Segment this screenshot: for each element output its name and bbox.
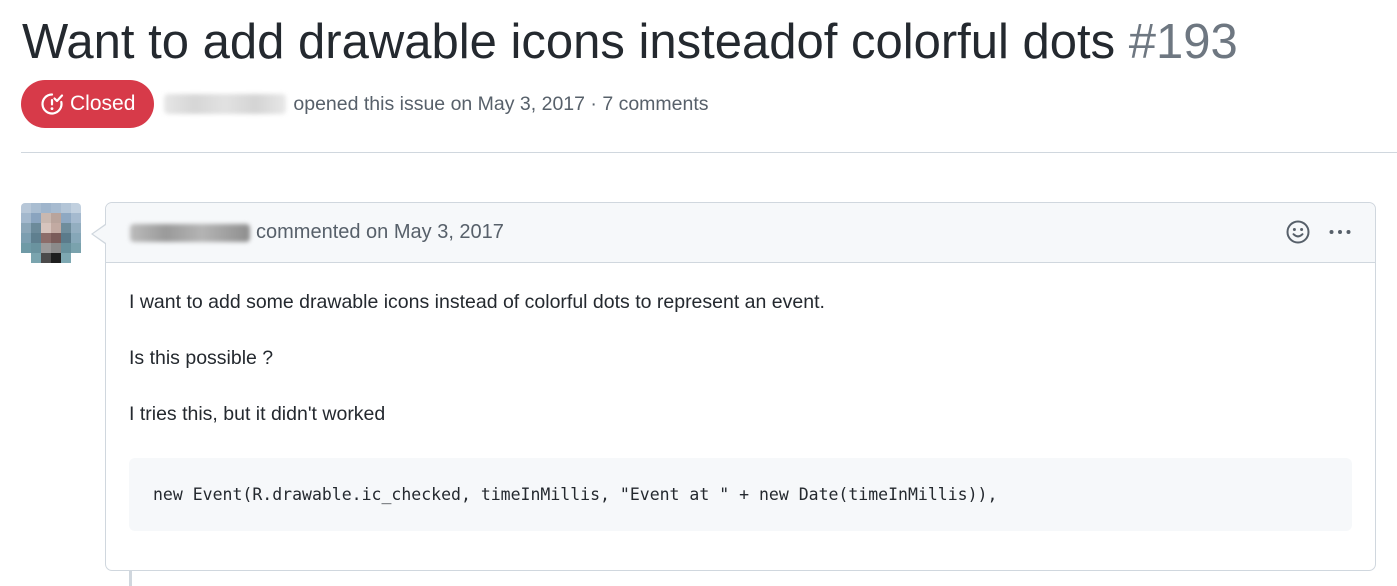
comment-header: commented on May 3, 2017 [106, 203, 1375, 263]
avatar[interactable] [21, 203, 81, 263]
issue-meta: Closed opened this issue on May 3, 2017 … [21, 80, 709, 128]
comment-timestamp[interactable]: commented on May 3, 2017 [256, 221, 504, 244]
header-divider [21, 152, 1397, 153]
comment-options-button[interactable] [1327, 219, 1353, 245]
author-link[interactable] [164, 94, 287, 114]
issue-meta-text: opened this issue on May 3, 2017 · 7 com… [293, 92, 709, 115]
issue-title: Want to add drawable icons insteadof col… [22, 12, 1238, 72]
issue-title-text: Want to add drawable icons insteadof col… [22, 15, 1116, 69]
timeline-line [129, 571, 132, 586]
comment-paragraph: Is this possible ? [129, 347, 274, 369]
comment-arrow-fill [93, 225, 106, 243]
state-badge: Closed [21, 80, 155, 128]
issue-page: Want to add drawable icons insteadof col… [0, 0, 1397, 586]
issue-closed-icon [39, 91, 65, 117]
comment-body: I want to add some drawable icons instea… [106, 263, 1375, 531]
state-label: Closed [70, 92, 136, 115]
smiley-icon [1285, 219, 1311, 245]
add-reaction-button[interactable] [1285, 219, 1311, 245]
comment-paragraph: I want to add some drawable icons instea… [129, 291, 825, 313]
comment-paragraph: I tries this, but it didn't worked [129, 403, 386, 425]
comment-box: commented on May 3, 2017 I want to add s… [105, 202, 1376, 571]
comment-actions [1285, 219, 1353, 245]
issue-number: #193 [1128, 15, 1238, 69]
code-block: new Event(R.drawable.ic_checked, timeInM… [129, 458, 1352, 531]
kebab-horizontal-icon [1327, 219, 1353, 245]
comment-author-link[interactable] [130, 223, 250, 242]
